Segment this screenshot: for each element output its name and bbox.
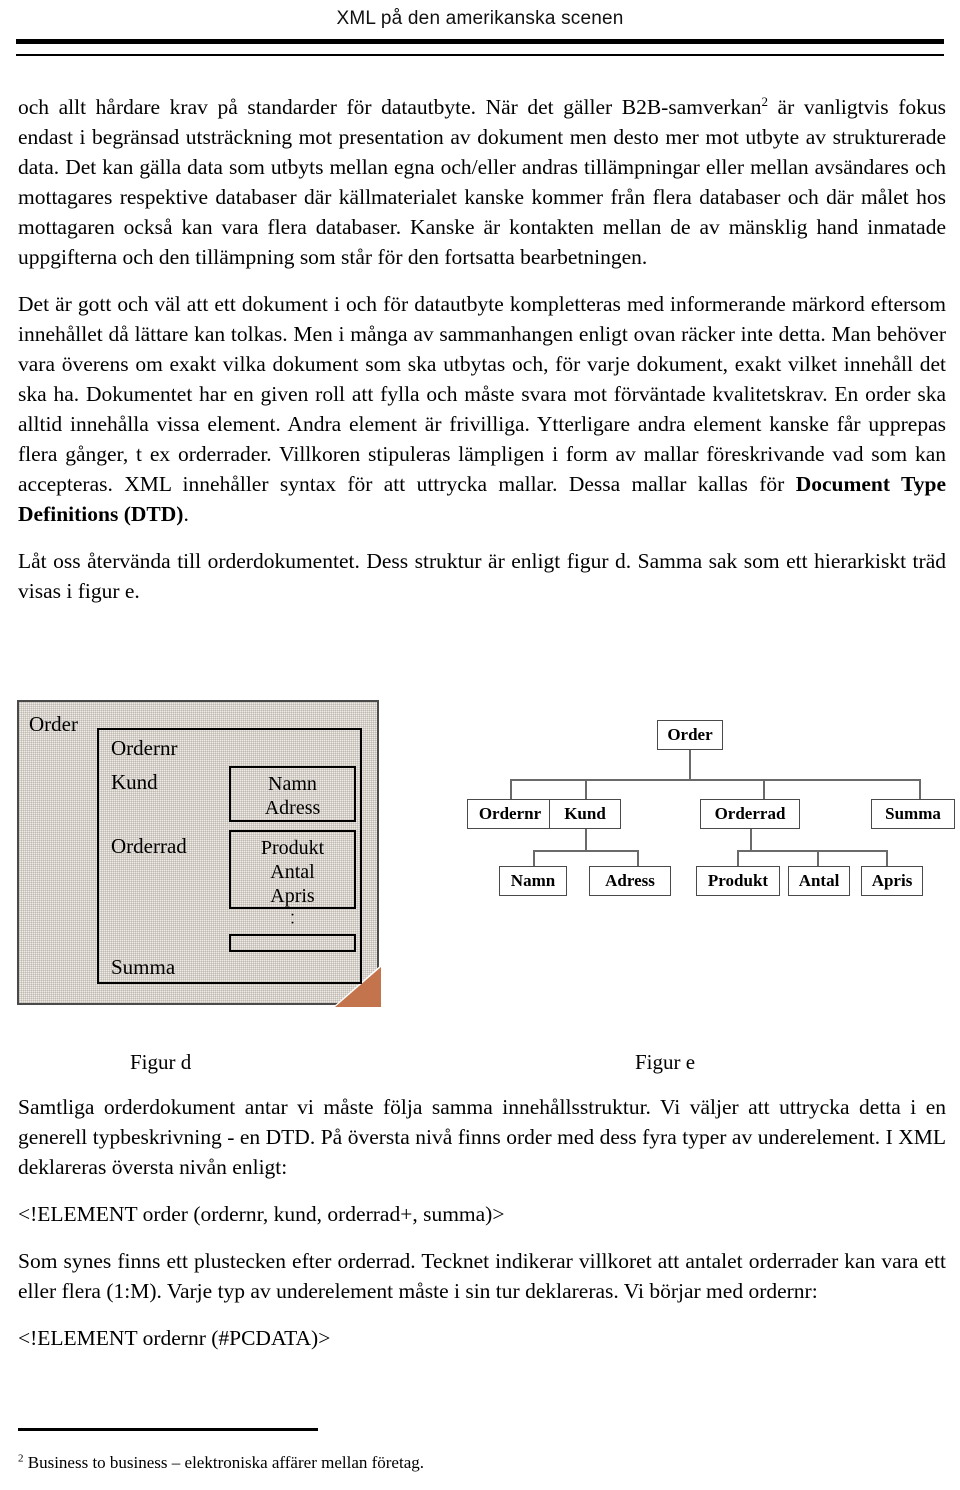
- figure-e-caption: Figur e: [635, 1050, 696, 1074]
- figure-d-vertical-ellipsis: · ·: [229, 908, 356, 932]
- header-rule-thin: [16, 54, 944, 56]
- figure-d-orderrad-detail-box: Produkt Antal Apris: [229, 830, 356, 909]
- figure-d-kund-adress: Adress: [264, 797, 321, 819]
- figure-d-order-box: Ordernr Kund Orderrad Summa Namn Adress …: [97, 728, 362, 984]
- figure-d-label-orderrad: Orderrad: [111, 834, 187, 858]
- figure-d-label-summa: Summa: [111, 955, 176, 979]
- footnote-text: 2 Business to business – elektroniska af…: [18, 1452, 718, 1474]
- code-line-1: <!ELEMENT order (ordernr, kund, orderrad…: [18, 1202, 505, 1226]
- tree-edge-kund-stem: [585, 829, 587, 851]
- paragraph-1-part-b: är vanligtvis fokus endast i begränsad u…: [18, 95, 946, 269]
- tree-node-summa: Summa: [871, 799, 955, 829]
- tree-edge-orderrad-bus: [737, 850, 886, 852]
- figure-d-repeat-placeholder-box: [229, 934, 356, 952]
- tree-node-kund: Kund: [549, 799, 621, 829]
- figure-e: Order Ordernr Kund Orderrad Summa Namn A…: [445, 700, 955, 1005]
- tree-edge-orderrad-stem: [750, 829, 752, 851]
- paragraph-2-part-b: .: [183, 502, 189, 526]
- figure-d: Order Ordernr Kund Orderrad Summa Namn A…: [17, 700, 382, 1008]
- paragraph-2-part-a: Det är gott och väl att ett dokument i o…: [18, 292, 946, 496]
- tree-node-produkt: Produkt: [696, 866, 780, 896]
- tree-edge-drop-antal: [817, 850, 819, 867]
- tree-edge-level2-bus: [510, 779, 919, 781]
- tree-edge-drop-adress: [637, 850, 639, 867]
- ellipsis-dot-2: ·: [289, 915, 296, 932]
- tree-edge-kund-bus: [533, 850, 637, 852]
- tree-edge-drop-apris: [886, 850, 888, 867]
- figure-d-caption: Figur d: [130, 1050, 192, 1074]
- tree-edge-drop-summa: [919, 779, 921, 799]
- tree-node-orderrad: Orderrad: [700, 799, 800, 829]
- tail-text-column: Samtliga orderdokument antar vi måste fö…: [18, 1092, 946, 1370]
- tree-node-namn: Namn: [499, 866, 567, 896]
- paragraph-1-part-a: och allt hårdare krav på standarder för …: [18, 95, 762, 119]
- paragraph-2: Det är gott och väl att ett dokument i o…: [18, 289, 946, 529]
- page-header-title: XML på den amerikanska scenen: [336, 8, 624, 29]
- figures-row: Order Ordernr Kund Orderrad Summa Namn A…: [0, 700, 960, 1090]
- main-text-column: och allt hårdare krav på standarder för …: [18, 92, 946, 623]
- paragraph-1: och allt hårdare krav på standarder för …: [18, 92, 946, 272]
- footnote-separator-rule: [18, 1428, 318, 1431]
- figure-d-label-ordernr: Ordernr: [111, 736, 178, 760]
- tree-edge-root-stem: [689, 750, 691, 780]
- tree-edge-drop-produkt: [737, 850, 739, 867]
- tree-node-apris: Apris: [861, 866, 923, 896]
- figure-d-orderrad-apris: Apris: [270, 885, 315, 907]
- tree-node-adress: Adress: [589, 866, 671, 896]
- paragraph-4: Samtliga orderdokument antar vi måste fö…: [18, 1095, 946, 1179]
- tree-node-ordernr: Ordernr: [467, 799, 553, 829]
- tree-edge-drop-namn: [533, 850, 535, 867]
- tree-node-order: Order: [657, 720, 723, 750]
- footnote-body: Business to business – elektroniska affä…: [23, 1453, 424, 1472]
- tree-edge-drop-ordernr: [510, 779, 512, 799]
- figure-d-label-order: Order: [29, 712, 78, 736]
- figure-d-kund-namn: Namn: [268, 773, 317, 795]
- tree-node-antal: Antal: [788, 866, 850, 896]
- figure-d-kund-detail-box: Namn Adress: [229, 766, 356, 822]
- paragraph-5: Som synes finns ett plustecken efter ord…: [18, 1249, 946, 1303]
- figure-d-orderrad-produkt: Produkt: [260, 837, 325, 859]
- tree-edge-drop-kund: [585, 779, 587, 799]
- figure-d-label-kund: Kund: [111, 770, 158, 794]
- figure-d-orderrad-antal: Antal: [270, 861, 315, 883]
- document-page: XML på den amerikanska scenen och allt h…: [0, 0, 960, 1490]
- paragraph-3: Låt oss återvända till orderdokumentet. …: [18, 549, 946, 603]
- tree-edge-drop-orderrad: [763, 779, 765, 799]
- code-line-2: <!ELEMENT ordernr (#PCDATA)>: [18, 1326, 331, 1350]
- header-rule-thick: [16, 39, 944, 44]
